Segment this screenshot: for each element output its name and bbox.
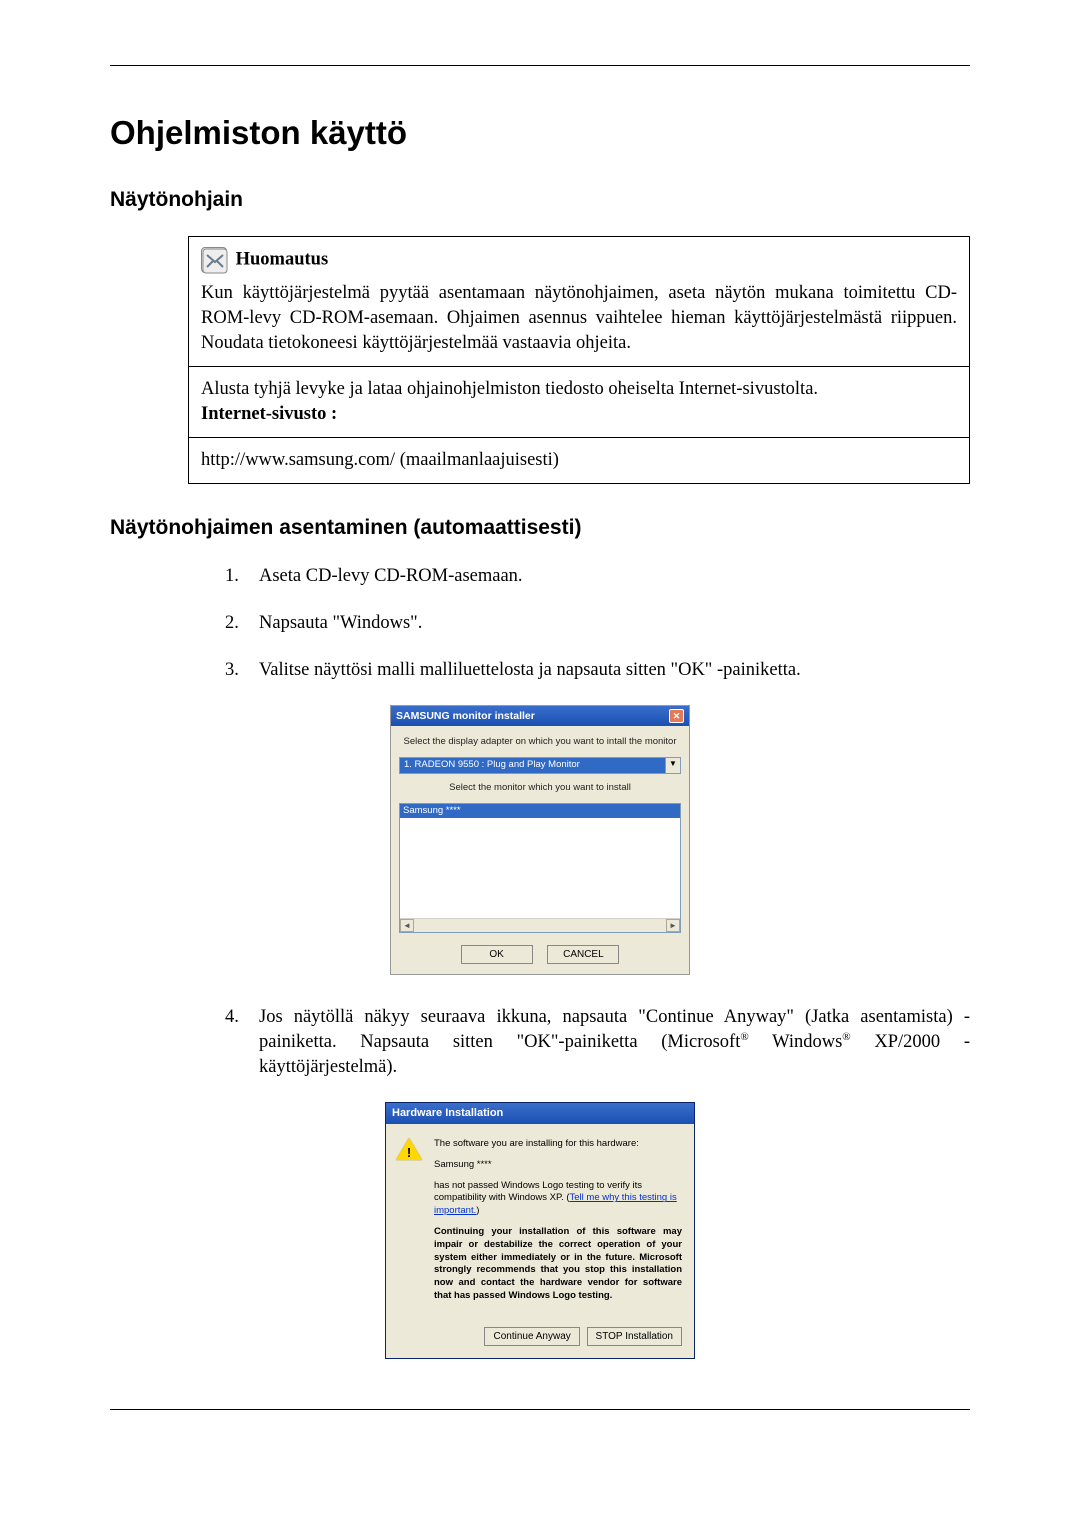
note-box: Huomautus Kun käyttöjärjestelmä pyytää a… [188, 236, 970, 484]
close-icon[interactable]: ✕ [669, 709, 684, 723]
page-rule-top [110, 65, 970, 66]
continue-anyway-button[interactable]: Continue Anyway [484, 1327, 579, 1347]
adapter-selected: 1. RADEON 9550 : Plug and Play Monitor [399, 757, 666, 774]
adapter-dropdown[interactable]: 1. RADEON 9550 : Plug and Play Monitor ▼ [399, 757, 681, 774]
cancel-button[interactable]: CANCEL [547, 945, 619, 965]
section-title-auto-install: Näytönohjaimen asentaminen (automaattise… [110, 514, 970, 542]
monitor-prompt-label: Select the monitor which you want to ins… [399, 782, 681, 795]
monitor-selected-item[interactable]: Samsung **** [400, 804, 680, 819]
step-2: 2.Napsauta "Windows". [225, 611, 970, 636]
page-title: Ohjelmiston käyttö [110, 111, 970, 156]
internet-site-label: Internet-sivusto : [201, 404, 337, 424]
step-3: 3.Valitse näyttösi malli malliluettelost… [225, 658, 970, 683]
note-label: Huomautus [236, 249, 329, 269]
note-paragraph-2a: Alusta tyhjä levyke ja lataa ohjainohjel… [201, 379, 818, 399]
section-title-driver: Näytönohjain [110, 186, 970, 214]
dialog-titlebar: Hardware Installation [386, 1103, 694, 1124]
hw-text-logo: has not passed Windows Logo testing to v… [434, 1180, 682, 1218]
samsung-installer-dialog: SAMSUNG monitor installer ✕ Select the d… [390, 705, 690, 975]
dialog-titlebar: SAMSUNG monitor installer ✕ [391, 706, 689, 726]
ok-button[interactable]: OK [461, 945, 533, 965]
dialog-title: SAMSUNG monitor installer [396, 709, 535, 723]
registered-icon: ® [842, 1031, 850, 1043]
note-paragraph-1: Kun käyttöjärjestelmä pyytää asentamaan … [201, 281, 957, 356]
hw-text-1: The software you are installing for this… [434, 1138, 682, 1151]
adapter-prompt-label: Select the display adapter on which you … [399, 736, 681, 749]
stop-installation-button[interactable]: STOP Installation [587, 1327, 682, 1347]
hw-text-device: Samsung **** [434, 1159, 682, 1172]
install-steps-list-continued: 4. Jos näytöllä näkyy seuraava ikkuna, n… [225, 1005, 970, 1080]
warning-icon: ! [396, 1138, 424, 1311]
scroll-right-icon[interactable]: ► [666, 919, 680, 932]
install-steps-list: 1.Aseta CD-levy CD-ROM-asemaan. 2.Napsau… [225, 564, 970, 683]
monitor-listbox[interactable]: Samsung **** ◄ ► [399, 803, 681, 933]
note-icon [201, 247, 227, 273]
step-1: 1.Aseta CD-levy CD-ROM-asemaan. [225, 564, 970, 589]
hw-text-warning: Continuing your installation of this sof… [434, 1226, 682, 1303]
page-rule-bottom [110, 1409, 970, 1410]
registered-icon: ® [740, 1031, 748, 1043]
chevron-down-icon[interactable]: ▼ [666, 757, 681, 774]
hardware-installation-dialog: Hardware Installation ! The software you… [385, 1102, 695, 1359]
horizontal-scrollbar[interactable]: ◄ ► [400, 918, 680, 932]
step-4: 4. Jos näytöllä näkyy seuraava ikkuna, n… [225, 1005, 970, 1080]
scroll-left-icon[interactable]: ◄ [400, 919, 414, 932]
internet-site-url: http://www.samsung.com/ (maailmanlaajuis… [201, 450, 559, 470]
